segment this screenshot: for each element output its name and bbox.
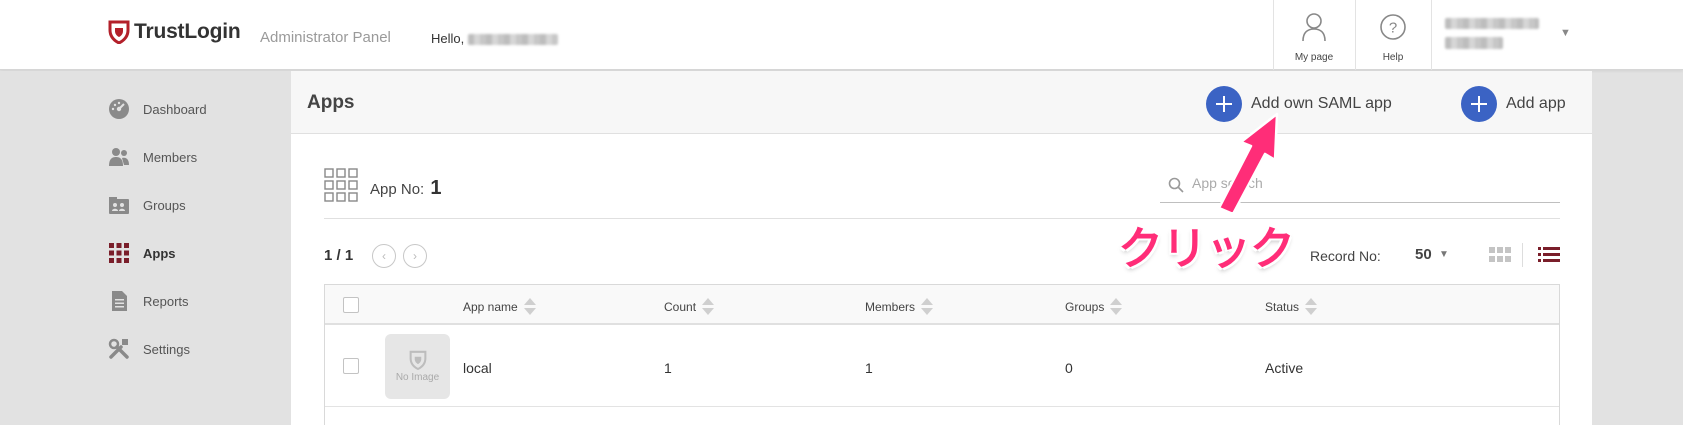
row-checkbox[interactable] (343, 358, 359, 374)
dashboard-icon (108, 98, 130, 120)
view-divider (1522, 243, 1523, 267)
sidebar-item-label: Members (143, 149, 198, 165)
user-icon (1302, 13, 1326, 42)
add-app-label: Add app (1506, 95, 1566, 112)
page-title: Apps (307, 92, 355, 113)
sort-icon[interactable] (702, 298, 715, 315)
sidebar-item-label: Dashboard (143, 101, 207, 117)
reports-icon (108, 290, 130, 312)
sort-icon[interactable] (1110, 298, 1123, 315)
sidebar-item-groups[interactable]: Groups (108, 193, 186, 217)
select-all-checkbox[interactable] (343, 297, 359, 313)
apps-panel: Apps Add own SAML app Add app App No: 1 … (291, 71, 1592, 425)
shield-logo-icon (108, 20, 130, 44)
grid-view-icon[interactable] (1489, 247, 1511, 263)
divider (324, 218, 1560, 219)
sidebar: Dashboard Members Groups Apps Reports Se… (0, 71, 291, 425)
groups-cell: 0 (1065, 360, 1073, 376)
count-cell: 1 (664, 360, 672, 376)
sidebar-item-members[interactable]: Members (108, 145, 197, 169)
members-cell: 1 (865, 360, 873, 376)
page-indicator: 1 / 1 (324, 247, 354, 264)
prev-page-button[interactable]: ‹ (372, 244, 396, 268)
trustlogin-logo[interactable]: TrustLogin (108, 20, 241, 44)
sidebar-item-dashboard[interactable]: Dashboard (108, 97, 207, 121)
sort-icon[interactable] (1305, 298, 1318, 315)
sidebar-item-label: Settings (143, 341, 190, 357)
my-page-button[interactable]: My page (1273, 0, 1355, 70)
annotation-click-label: クリック (1118, 222, 1295, 275)
sort-icon[interactable] (921, 298, 934, 315)
my-page-label: My page (1294, 52, 1334, 63)
user-name-redacted (1445, 18, 1539, 29)
sidebar-item-label: Apps (143, 245, 176, 261)
sidebar-item-settings[interactable]: Settings (108, 337, 190, 361)
next-page-button[interactable]: › (403, 244, 427, 268)
help-label: Help (1382, 52, 1404, 63)
apps-icon (108, 242, 130, 264)
table-row[interactable]: No Image local 1 1 0 Active (325, 327, 1559, 407)
table-header: App name Count Members Groups Status (325, 285, 1559, 325)
no-image-label: No Image (395, 372, 440, 383)
panel-header: Apps Add own SAML app Add app (291, 71, 1592, 134)
app-name-cell[interactable]: local (463, 360, 492, 376)
logo-text: TrustLogin (134, 20, 241, 43)
help-icon: ? (1380, 14, 1406, 40)
column-header-members[interactable]: Members (865, 298, 934, 315)
column-header-app-name[interactable]: App name (463, 298, 536, 315)
caret-down-icon[interactable]: ▼ (1439, 249, 1449, 260)
hello-label: Hello, (431, 31, 465, 46)
apps-grid-icon (324, 168, 358, 202)
annotation-arrow-icon (1217, 112, 1279, 212)
app-no-label: App No: (370, 181, 425, 198)
app-count: App No: 1 (370, 177, 442, 200)
chevron-left-icon: ‹ (382, 249, 386, 263)
header-divider (1431, 0, 1432, 70)
add-app-button[interactable]: Add app (1461, 86, 1566, 122)
sidebar-item-apps[interactable]: Apps (108, 241, 176, 265)
record-no-select[interactable]: 50 (1415, 246, 1432, 263)
sort-icon[interactable] (523, 298, 536, 315)
plus-icon (1461, 86, 1497, 122)
search-icon (1168, 177, 1184, 193)
column-header-status[interactable]: Status (1265, 298, 1318, 315)
chevron-down-icon[interactable]: ▼ (1560, 27, 1571, 39)
add-own-saml-app-label: Add own SAML app (1251, 95, 1392, 112)
status-cell: Active (1265, 360, 1304, 376)
admin-panel-title: Administrator Panel (260, 29, 391, 46)
column-header-groups[interactable]: Groups (1065, 298, 1123, 315)
user-org-redacted (1445, 37, 1503, 49)
chevron-right-icon: › (413, 249, 417, 263)
shield-icon (409, 350, 426, 370)
column-label: App name (463, 299, 518, 314)
column-label: Count (664, 299, 697, 314)
svg-text:?: ? (1389, 20, 1397, 37)
settings-icon (108, 338, 130, 360)
column-label: Members (865, 299, 916, 314)
members-icon (108, 146, 130, 168)
groups-icon (108, 194, 130, 216)
apps-table: App name Count Members Groups Status No … (324, 284, 1560, 425)
sidebar-item-label: Groups (143, 197, 186, 213)
record-no-label: Record No: (1310, 248, 1381, 264)
help-button[interactable]: ? Help (1355, 0, 1431, 70)
sidebar-item-label: Reports (143, 293, 189, 309)
username-redacted (468, 34, 558, 45)
app-image-placeholder: No Image (385, 334, 450, 399)
column-label: Status (1265, 299, 1300, 314)
app-no-value: 1 (430, 177, 442, 199)
top-header: TrustLogin Administrator Panel Hello, My… (0, 0, 1683, 70)
sidebar-item-reports[interactable]: Reports (108, 289, 189, 313)
column-header-count[interactable]: Count (664, 298, 715, 315)
list-view-icon[interactable] (1538, 247, 1560, 263)
column-label: Groups (1065, 299, 1105, 314)
